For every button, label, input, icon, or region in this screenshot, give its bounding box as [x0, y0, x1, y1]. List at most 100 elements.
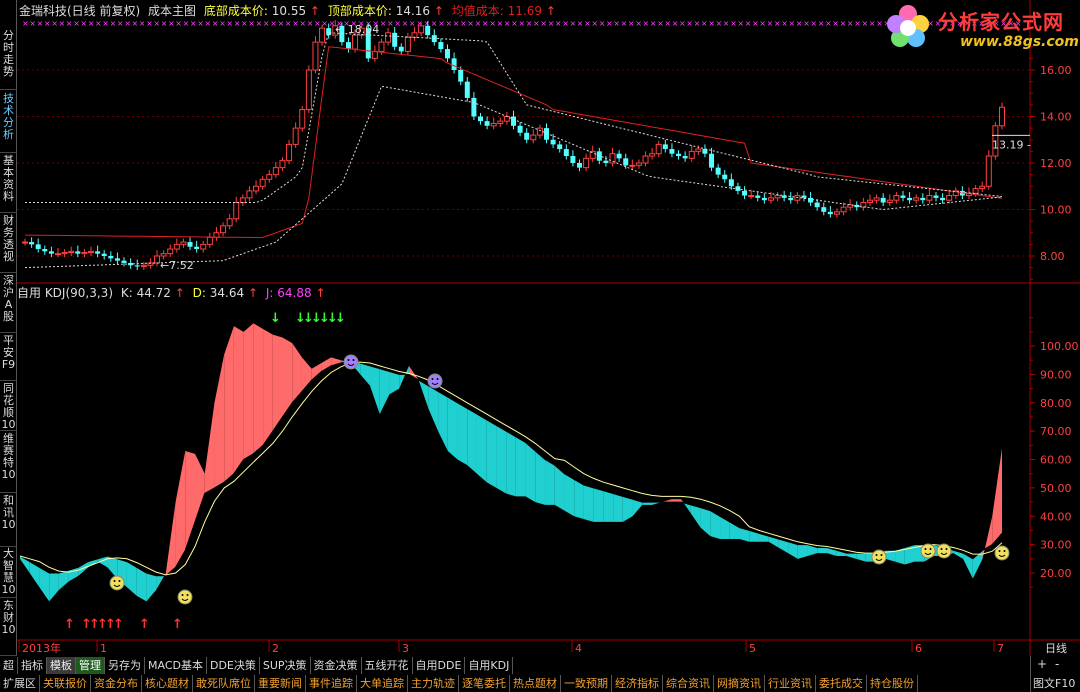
signal-marker: ×	[29, 19, 36, 28]
toolbar2-item-8[interactable]: 主力轨迹	[408, 675, 459, 692]
sidebar-tab-3[interactable]: 财务透视	[0, 215, 17, 273]
signal-marker: ×	[51, 19, 58, 28]
smiley-face	[936, 543, 952, 559]
toolbar2-item-3[interactable]: 核心题材	[142, 675, 193, 692]
smiley-face	[343, 354, 359, 370]
signal-marker: ×	[95, 19, 102, 28]
chart-area[interactable]: 16.00 14.00 12.00 10.00 8.00 100.00 90.00 80.00…	[17, 0, 1080, 656]
toolbar1-item-5[interactable]: MACD基本	[145, 657, 207, 674]
signal-marker: ×	[241, 19, 248, 28]
signal-marker: ×	[124, 19, 131, 28]
sidebar-tab-10[interactable]: 东财10	[0, 600, 17, 656]
toolbar1-item-9[interactable]: 五线开花	[362, 657, 413, 674]
toolbar1-item-6[interactable]: DDE决策	[207, 657, 260, 674]
sidebar-tab-1[interactable]: 技术分析	[0, 93, 17, 153]
signal-marker: ×	[307, 19, 314, 28]
toolbar1-item-2[interactable]: 模板	[47, 657, 76, 674]
smiley-eye	[929, 548, 932, 550]
candle-down	[451, 58, 457, 70]
toolbar1-item-0[interactable]: 超	[0, 657, 18, 674]
sidebar-tab-9[interactable]: 大智慧10	[0, 548, 17, 598]
signal-marker: ×	[482, 19, 489, 28]
sidebar-tab-5[interactable]: 平安F9	[0, 335, 17, 381]
signal-marker: ×	[606, 19, 613, 28]
candle-down	[194, 246, 200, 250]
sell-arrow-icon: ↓	[335, 311, 346, 326]
signal-marker: ×	[518, 19, 525, 28]
zoom-out-button[interactable]: -	[1055, 657, 1059, 671]
toolbar2-item-6[interactable]: 事件追踪	[306, 675, 357, 692]
chart-svg[interactable]: 16.00 14.00 12.00 10.00 8.00 100.00 90.00 80.00…	[17, 0, 1080, 656]
toolbar2-item-15[interactable]: 行业资讯	[765, 675, 816, 692]
kdj-fill-up	[243, 323, 254, 460]
zoom-in-button[interactable]: +	[1037, 657, 1047, 671]
toolbar2-item-14[interactable]: 网摘资讯	[714, 675, 765, 692]
sidebar-tab-6[interactable]: 同花顺10	[0, 383, 17, 431]
toolbar2-item-4[interactable]: 敢死队席位	[193, 675, 255, 692]
toolbar2-item-1[interactable]: 关联报价	[40, 675, 91, 692]
toolbar1-item-8[interactable]: 资金决策	[311, 657, 362, 674]
toolbar1-item-4[interactable]: 另存为	[105, 657, 145, 674]
signal-marker: ×	[555, 19, 562, 28]
candle-up	[649, 153, 656, 157]
signal-marker: ×	[445, 19, 452, 28]
smiley-icon	[109, 575, 125, 591]
sidebar-tab-7[interactable]: 维赛特10	[0, 433, 17, 493]
candle-up	[88, 250, 95, 254]
signal-marker: ×	[745, 19, 752, 28]
toolbar1-item-7[interactable]: SUP决策	[260, 657, 311, 674]
toolbar1-item-10[interactable]: 自用DDE	[413, 657, 466, 674]
arrow-up-icon: ↑	[545, 4, 556, 18]
candle-down	[392, 32, 398, 47]
sidebar-tab-0[interactable]: 分时走势	[0, 30, 17, 90]
toolbar2-item-0[interactable]: 扩展区	[0, 675, 40, 692]
toolbar2-item-13[interactable]: 综合资讯	[663, 675, 714, 692]
signal-marker: ×	[694, 19, 701, 28]
signal-marker: ×	[394, 19, 401, 28]
toolbar1-item-1[interactable]: 指标	[18, 657, 47, 674]
k-label: K:	[120, 286, 133, 300]
candle-up	[979, 185, 986, 190]
kdj-fill-down	[564, 473, 575, 517]
smiley-eye	[945, 548, 948, 550]
toolbar2-item-7[interactable]: 大单追踪	[357, 675, 408, 692]
signal-marker: ×	[234, 19, 241, 28]
sidebar-tab-2[interactable]: 基本资料	[0, 155, 17, 213]
toolbar2-item-16[interactable]: 委托成交	[816, 675, 867, 692]
signal-marker: ×	[613, 19, 620, 28]
smiley-eye	[113, 580, 116, 582]
signal-marker: ×	[497, 19, 504, 28]
signal-marker: ×	[679, 19, 686, 28]
toolbar2-item-17[interactable]: 持仓股份	[867, 675, 918, 692]
f10-button[interactable]: 图文F10	[1033, 675, 1075, 691]
toolbar2-item-10[interactable]: 热点题材	[510, 675, 561, 692]
candle-down	[326, 28, 332, 36]
toolbar2-item-2[interactable]: 资金分布	[91, 675, 142, 692]
candle-up	[385, 32, 392, 43]
kdj-fill-down	[146, 573, 157, 602]
kdj-fill-up	[311, 363, 322, 381]
toolbar2-item-9[interactable]: 逐笔委托	[459, 675, 510, 692]
kdj-fill-down	[535, 450, 546, 505]
signal-marker: ×	[672, 19, 679, 28]
candle-down	[814, 202, 820, 208]
toolbar2-item-11[interactable]: 一致预期	[561, 675, 612, 692]
candle-down	[709, 153, 715, 168]
signal-marker: ×	[716, 19, 723, 28]
toolbar2-item-12[interactable]: 经济指标	[612, 675, 663, 692]
kdj-fill-down	[856, 553, 866, 562]
sidebar-tab-8[interactable]: 和讯10	[0, 495, 17, 547]
signal-marker: ×	[175, 19, 182, 28]
toolbar1-item-11[interactable]: 自用KDJ	[465, 657, 514, 674]
candle-down	[42, 249, 48, 252]
kdj-fill-down	[399, 365, 409, 389]
sidebar-tab-4[interactable]: 深沪A股	[0, 275, 17, 333]
candle-up	[22, 241, 28, 244]
candle-up	[748, 195, 755, 198]
signal-marker: ×	[139, 19, 146, 28]
low-cost-value: 10.55	[271, 4, 307, 18]
toolbar1-item-3[interactable]: 管理	[76, 657, 105, 674]
toolbar2-item-5[interactable]: 重要新闻	[255, 675, 306, 692]
signal-marker: ×	[752, 19, 759, 28]
price-tick-label: 12.00	[1040, 157, 1072, 170]
